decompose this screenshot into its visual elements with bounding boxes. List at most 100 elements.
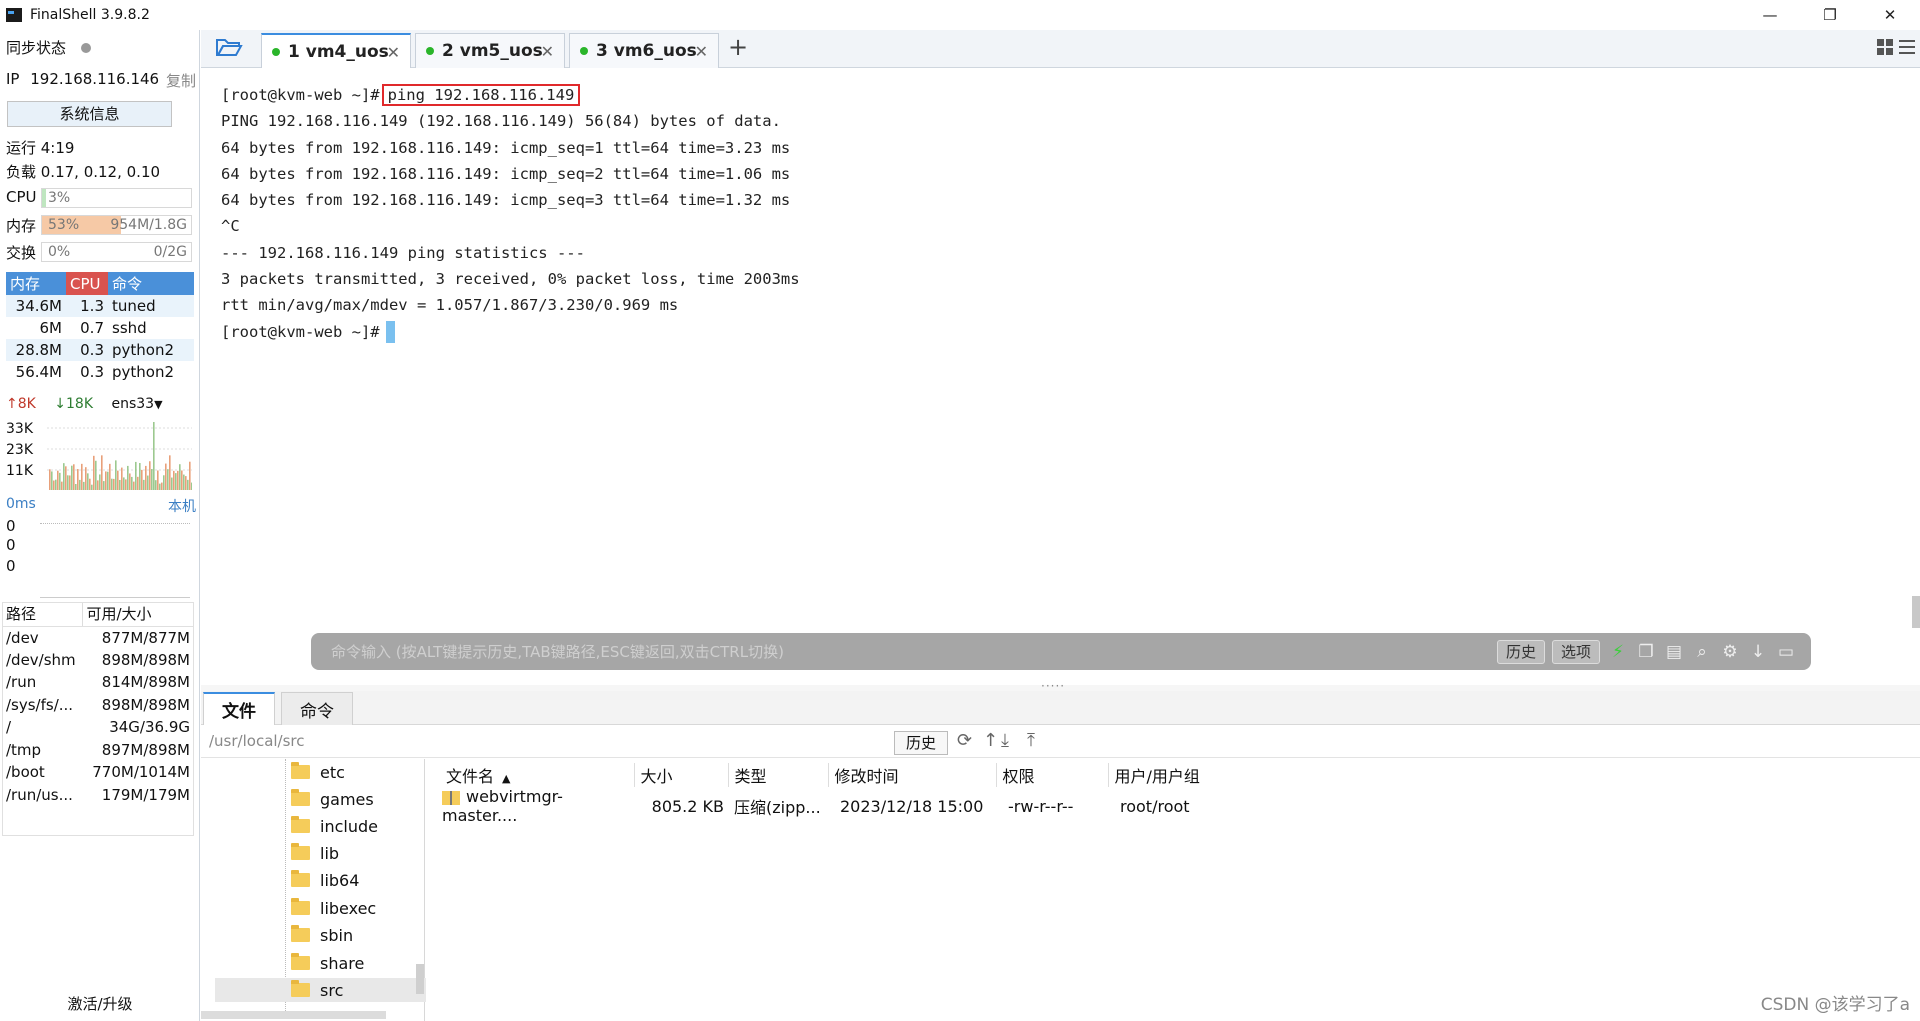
folder-icon [291, 843, 310, 860]
tree-item[interactable]: sbin [291, 923, 353, 947]
current-path[interactable]: /usr/local/src [209, 732, 305, 750]
process-row[interactable]: 34.6M 1.3 tuned [6, 295, 194, 317]
ip-label: IP [6, 70, 20, 88]
disk-path: /dev/shm [6, 650, 76, 669]
paste-icon[interactable]: ▤ [1663, 641, 1685, 663]
tab-vm5-uos[interactable]: 2 vm5_uos ✕ [415, 33, 565, 68]
col-mtime[interactable]: 修改时间 [828, 763, 997, 787]
disk-row[interactable]: /tmp 897M/898M [2, 739, 194, 762]
tree-item[interactable]: games [291, 787, 374, 811]
zip-file-icon [442, 790, 460, 805]
net-traffic-bar [163, 475, 165, 490]
tree-item-label: games [320, 789, 374, 809]
disk-row[interactable]: /dev 877M/877M [2, 626, 194, 649]
chevron-down-icon[interactable]: ▼ [154, 398, 162, 411]
process-row[interactable]: 6M 0.7 sshd [6, 317, 194, 339]
col-perm[interactable]: 权限 [996, 763, 1109, 787]
tree-hscrollbar[interactable] [201, 1011, 386, 1019]
tree-item[interactable]: libexec [291, 896, 376, 920]
history-button[interactable]: 历史 [1496, 639, 1545, 664]
col-type[interactable]: 类型 [728, 763, 829, 787]
minimize-button[interactable]: — [1740, 0, 1800, 30]
restore-button[interactable]: ❐ [1800, 0, 1860, 30]
disk-row[interactable]: /run 814M/898M [2, 671, 194, 694]
net-traffic-bar [173, 470, 175, 490]
close-tab-icon[interactable]: ✕ [695, 42, 708, 61]
ping-target[interactable]: 本机 [168, 496, 196, 516]
tree-scrollbar[interactable] [416, 964, 424, 994]
tree-item[interactable]: share [291, 951, 364, 975]
download-icon[interactable]: ⤓ [1001, 730, 1009, 751]
copy-icon[interactable]: ❐ [1635, 641, 1657, 663]
copy-ip-button[interactable]: 复制 [166, 70, 196, 91]
process-row[interactable]: 56.4M 0.3 python2 [6, 361, 194, 383]
tree-item[interactable]: lib [291, 841, 339, 865]
up-dir-icon[interactable]: ↑ [983, 730, 998, 751]
net-traffic-bar [89, 478, 91, 490]
gear-icon[interactable]: ⚙ [1719, 641, 1741, 663]
net-y-axis: 33K 23K 11K [6, 419, 33, 482]
col-cmd[interactable]: 命令 [108, 272, 194, 295]
folder-icon [291, 789, 310, 806]
close-tab-icon[interactable]: ✕ [387, 43, 400, 62]
tab-files[interactable]: 文件 [203, 692, 275, 725]
refresh-icon[interactable]: ⟳ [957, 730, 972, 751]
disk-size: 179M/179M [101, 785, 190, 804]
terminal[interactable]: [root@kvm-web ~]# ping 192.168.116.149 PIN… [201, 68, 1920, 688]
tree-item[interactable]: include [291, 814, 378, 838]
search-icon[interactable]: ⌕ [1691, 641, 1713, 663]
menu-icon[interactable] [1898, 38, 1916, 60]
terminal-scrollbar[interactable] [1912, 68, 1920, 688]
disk-row[interactable]: / 34G/36.9G [2, 716, 194, 739]
net-traffic-bar [51, 471, 53, 490]
disk-path: / [6, 718, 12, 737]
tab-vm4-uos[interactable]: 1 vm4_uos ✕ [261, 33, 411, 69]
add-tab-icon[interactable]: + [728, 33, 748, 61]
disk-row[interactable]: /dev/shm 898M/898M [2, 649, 194, 672]
system-info-button[interactable]: 系统信息 [7, 101, 172, 127]
col-owner[interactable]: 用户/用户组 [1108, 763, 1228, 787]
lightning-icon[interactable]: ⚡ [1607, 641, 1629, 663]
tree-item[interactable]: etc [291, 760, 345, 784]
col-cpu[interactable]: CPU [66, 272, 108, 295]
file-path-bar: /usr/local/src 历史 ⟳ ↑ ⤓ ⤒ [201, 726, 1920, 758]
mem-percent: 53% [48, 217, 80, 233]
arrow-down-icon[interactable]: ↓ [1747, 641, 1769, 663]
disk-row[interactable]: /sys/fs/... 898M/898M [2, 694, 194, 717]
col-filename-label: 文件名 [446, 767, 495, 786]
net-traffic-bar [169, 455, 171, 490]
close-button[interactable]: ✕ [1860, 0, 1920, 30]
process-row[interactable]: 28.8M 0.3 python2 [6, 339, 194, 361]
net-traffic-bar [55, 479, 57, 490]
tree-item[interactable]: lib64 [291, 868, 359, 892]
disk-path: /sys/fs/... [6, 695, 74, 714]
tab-label: 1 vm4_uos [288, 42, 389, 62]
tab-commands[interactable]: 命令 [281, 692, 353, 725]
path-history-button[interactable]: 历史 [894, 731, 948, 755]
net-interface-select[interactable]: ens33 [111, 396, 154, 412]
col-filename[interactable]: 文件名 ▲ [440, 763, 635, 787]
grid-layout-icon[interactable] [1876, 38, 1894, 60]
col-size[interactable]: 大小 [634, 763, 729, 787]
col-path[interactable]: 路径 [2, 602, 83, 627]
options-button[interactable]: 选项 [1551, 639, 1600, 664]
col-size[interactable]: 可用/大小 [82, 602, 194, 627]
disk-row[interactable]: /boot 770M/1014M [2, 761, 194, 784]
command-input[interactable]: 命令输入 (按ALT键提示历史,TAB键路径,ESC键返回,双击CTRL切换) [331, 641, 1497, 662]
tab-vm6-uos[interactable]: 3 vm6_uos ✕ [569, 33, 719, 68]
folder-open-icon[interactable] [215, 36, 243, 64]
tab-label: 2 vm5_uos [442, 41, 543, 61]
upload-icon[interactable]: ⤒ [1027, 730, 1035, 751]
scrollbar-thumb[interactable] [1912, 596, 1920, 628]
window-icon[interactable]: ▭ [1775, 641, 1797, 663]
tree-item-label: include [320, 816, 378, 836]
col-mem[interactable]: 内存 [6, 272, 66, 295]
file-row[interactable]: webvirtmgr-master.... 805.2 KB 压缩(zipp..… [440, 787, 1228, 825]
activate-upgrade-link[interactable]: 激活/升级 [0, 993, 200, 1014]
ip-value[interactable]: 192.168.116.146 [30, 70, 159, 88]
disk-row[interactable]: /run/us... 179M/179M [2, 784, 194, 807]
process-cpu: 0.3 [66, 361, 108, 383]
terminal-output: [root@kvm-web ~]# ping 192.168.116.149 PIN… [221, 82, 800, 345]
process-cpu: 0.3 [66, 339, 108, 361]
close-tab-icon[interactable]: ✕ [541, 42, 554, 61]
